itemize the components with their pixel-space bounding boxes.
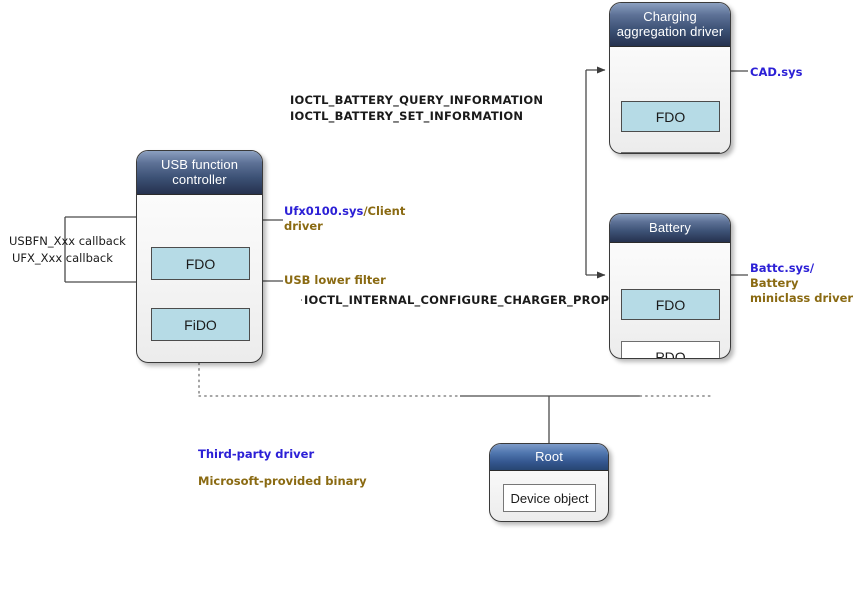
usb-lower-filter-label: USB lower filter [284, 273, 386, 287]
usb-fdo-box[interactable]: FDO [151, 247, 250, 280]
battery-fdo-label: FDO [655, 296, 686, 313]
battery-pdo-box[interactable]: PDO [621, 341, 720, 359]
usbfn-callback-label: USBFN_Xxx callback [9, 234, 126, 248]
node-usb-function-controller-title: USB function controller [137, 151, 262, 195]
battery-fdo-box[interactable]: FDO [621, 289, 720, 320]
node-root[interactable]: Root Device object [489, 443, 609, 522]
cad-driver-label: CAD.sys [750, 65, 803, 79]
node-battery[interactable]: Battery FDO PDO [609, 213, 731, 359]
battc-driver-secondary: Battery miniclass driver [750, 276, 854, 305]
usb-fido-box[interactable]: FiDO [151, 308, 250, 341]
root-device-object-box[interactable]: Device object [503, 484, 596, 512]
usb-fdo-label: FDO [185, 255, 216, 272]
cad-fdo-box[interactable]: FDO [621, 101, 720, 132]
ufx-driver-label: Ufx0100.sys/Client driver [284, 204, 405, 234]
battc-driver-primary: Battc.sys/ [750, 261, 815, 275]
root-device-object-label: Device object [510, 490, 589, 506]
node-usb-function-controller[interactable]: USB function controller FDO FiDO PDO [136, 150, 263, 363]
node-root-title: Root [490, 444, 608, 471]
node-charging-aggregation-driver[interactable]: Charging aggregation driver FDO PDO [609, 2, 731, 154]
ioctl-internal-configure-charger-property-label: IOCTL_INTERNAL_CONFIGURE_CHARGER_PROPERT… [302, 293, 645, 307]
ioctl-battery-query-information-label: IOCTL_BATTERY_QUERY_INFORMATION [290, 93, 544, 107]
diagram-canvas: USB function controller FDO FiDO PDO Cha… [0, 0, 864, 600]
legend-microsoft-provided-binary: Microsoft-provided binary [198, 474, 367, 488]
ufx-driver-primary: Ufx0100.sys [284, 204, 364, 218]
ufx-callback-label: UFX_Xxx callback [12, 251, 113, 265]
battc-driver-label: Battc.sys/ Battery miniclass driver [750, 261, 862, 306]
node-battery-title: Battery [610, 214, 730, 243]
usb-fido-label: FiDO [184, 316, 217, 333]
cad-pdo-box[interactable]: PDO [621, 152, 720, 153]
battery-pdo-label: PDO [655, 348, 686, 359]
legend-third-party-driver: Third-party driver [198, 447, 315, 461]
node-charging-aggregation-driver-title: Charging aggregation driver [610, 3, 730, 47]
cad-fdo-label: FDO [655, 108, 686, 125]
ioctl-battery-set-information-label: IOCTL_BATTERY_SET_INFORMATION [290, 109, 524, 123]
